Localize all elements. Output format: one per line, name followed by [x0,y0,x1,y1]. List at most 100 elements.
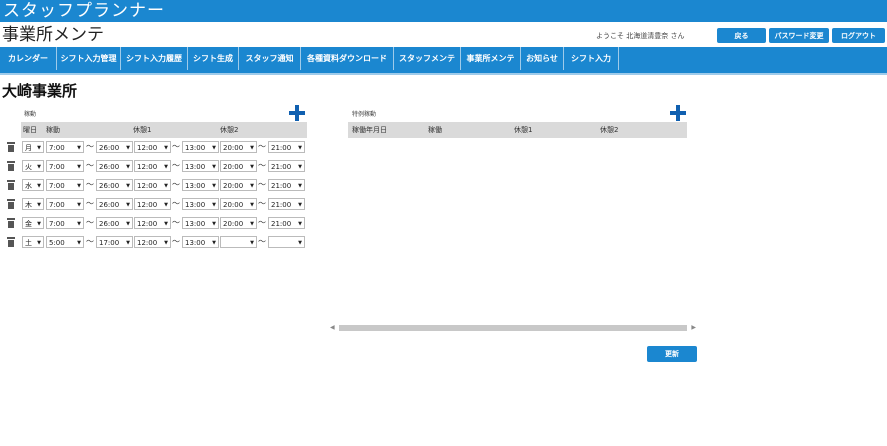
work-start-select[interactable]: 7:00 ▼ [46,179,84,191]
break1-start-select[interactable]: 12:00 ▼ [134,217,171,229]
menu-item-notices[interactable]: お知らせ [521,47,564,70]
chevron-down-icon: ▼ [250,240,254,246]
break2-start-select[interactable]: 20:00 ▼ [220,217,257,229]
range-tilde: ～ [86,237,94,246]
break1-start-select[interactable]: 12:00 ▼ [134,179,171,191]
chevron-down-icon: ▼ [77,145,81,151]
menu-item-shift-generation[interactable]: シフト生成 [188,47,239,70]
delete-trash-icon[interactable] [7,161,15,171]
delete-trash-icon[interactable] [7,199,15,209]
header-special-break1: 休憩1 [514,126,533,134]
work-start-select[interactable]: 7:00 ▼ [46,217,84,229]
chevron-down-icon: ▼ [298,145,302,151]
menu-item-office-maintenance[interactable]: 事業所メンテ [461,47,521,70]
chevron-down-icon: ▼ [250,202,254,208]
menu-item-shift-input-management[interactable]: シフト入力管理 [57,47,121,70]
main-menu: カレンダー シフト入力管理 シフト入力履歴 シフト生成 スタッフ通知 各種資料ダ… [0,47,887,73]
day-select[interactable]: 土 ▼ [22,236,44,248]
break1-start-select[interactable]: 12:00 ▼ [134,141,171,153]
break2-start-select[interactable]: ▼ [220,236,257,248]
header-day: 曜日 [23,126,37,134]
work-start-select[interactable]: 7:00 ▼ [46,198,84,210]
scrollbar-thumb[interactable] [339,325,687,331]
break2-end-select-value: 21:00 [271,182,292,190]
work-end-select[interactable]: 26:00 ▼ [96,141,133,153]
operation-row: 月 ▼ 7:00 ▼ ～ 26:00 ▼ 12:00 ▼ ～ 13:00 ▼ 20:00 ▼ ～ 21:00 ▼ [0,138,310,156]
chevron-down-icon: ▼ [250,221,254,227]
day-select[interactable]: 金 ▼ [22,217,44,229]
day-select-value: 月 [25,144,32,152]
break2-start-select[interactable]: 20:00 ▼ [220,160,257,172]
work-end-select-value: 26:00 [99,163,120,171]
break1-start-select-value: 12:00 [137,144,158,152]
work-end-select[interactable]: 26:00 ▼ [96,179,133,191]
break1-end-select-value: 13:00 [185,220,206,228]
day-select[interactable]: 月 ▼ [22,141,44,153]
break2-start-select-value: 20:00 [223,163,244,171]
break2-end-select[interactable]: 21:00 ▼ [268,179,305,191]
delete-trash-icon[interactable] [7,237,15,247]
break1-end-select[interactable]: 13:00 ▼ [182,179,219,191]
break1-end-select[interactable]: 13:00 ▼ [182,236,219,248]
delete-trash-icon[interactable] [7,142,15,152]
work-end-select[interactable]: 26:00 ▼ [96,217,133,229]
break1-start-select[interactable]: 12:00 ▼ [134,160,171,172]
day-select[interactable]: 木 ▼ [22,198,44,210]
add-operation-plus-icon[interactable] [289,105,305,121]
work-end-select[interactable]: 17:00 ▼ [96,236,133,248]
horizontal-scrollbar[interactable]: ◀ ▶ [330,324,696,332]
break2-start-select[interactable]: 20:00 ▼ [220,198,257,210]
work-start-select[interactable]: 7:00 ▼ [46,141,84,153]
chevron-down-icon: ▼ [77,202,81,208]
work-start-select[interactable]: 7:00 ▼ [46,160,84,172]
work-start-select-value: 7:00 [49,201,65,209]
menu-item-calendar[interactable]: カレンダー [0,47,57,70]
break2-end-select-value: 21:00 [271,220,292,228]
break1-start-select[interactable]: 12:00 ▼ [134,236,171,248]
break1-end-select[interactable]: 13:00 ▼ [182,198,219,210]
day-select[interactable]: 水 ▼ [22,179,44,191]
back-button[interactable]: 戻る [717,28,766,43]
work-start-select[interactable]: 5:00 ▼ [46,236,84,248]
change-password-button[interactable]: パスワード変更 [769,28,829,43]
page-header: 事業所メンテ ようこそ 北海道清豊奈 さん 戻る パスワード変更 ログアウト [0,22,887,46]
update-button[interactable]: 更新 [647,346,697,362]
logout-button[interactable]: ログアウト [832,28,885,43]
chevron-down-icon: ▼ [164,183,168,189]
header-special-work: 稼働 [428,126,442,134]
break2-end-select[interactable]: 21:00 ▼ [268,198,305,210]
break1-start-select[interactable]: 12:00 ▼ [134,198,171,210]
operation-row: 木 ▼ 7:00 ▼ ～ 26:00 ▼ 12:00 ▼ ～ 13:00 ▼ 20:00 ▼ ～ 21:00 ▼ [0,195,310,213]
break2-end-select[interactable]: 21:00 ▼ [268,141,305,153]
range-tilde: ～ [172,237,180,246]
chevron-down-icon: ▼ [250,164,254,170]
break2-end-select[interactable]: ▼ [268,236,305,248]
range-tilde: ～ [86,142,94,151]
range-tilde: ～ [258,218,266,227]
scroll-right-arrow-icon[interactable]: ▶ [691,324,696,332]
work-end-select-value: 26:00 [99,144,120,152]
break1-end-select[interactable]: 13:00 ▼ [182,160,219,172]
menu-item-staff-maintenance[interactable]: スタッフメンテ [394,47,461,70]
day-select[interactable]: 火 ▼ [22,160,44,172]
work-end-select[interactable]: 26:00 ▼ [96,160,133,172]
operation-row: 土 ▼ 5:00 ▼ ～ 17:00 ▼ 12:00 ▼ ～ 13:00 ▼ ▼ ～ ▼ [0,233,310,251]
scroll-left-arrow-icon[interactable]: ◀ [330,324,335,332]
work-end-select[interactable]: 26:00 ▼ [96,198,133,210]
break2-start-select[interactable]: 20:00 ▼ [220,179,257,191]
menu-item-document-download[interactable]: 各種資料ダウンロード [301,47,394,70]
menu-item-staff-notification[interactable]: スタッフ通知 [239,47,301,70]
delete-trash-icon[interactable] [7,180,15,190]
chevron-down-icon: ▼ [37,145,41,151]
break2-start-select-value: 20:00 [223,201,244,209]
break2-end-select[interactable]: 21:00 ▼ [268,217,305,229]
menu-item-shift-input[interactable]: シフト入力 [564,47,619,70]
menu-item-shift-input-history[interactable]: シフト入力履歴 [121,47,188,70]
break2-end-select[interactable]: 21:00 ▼ [268,160,305,172]
break2-start-select[interactable]: 20:00 ▼ [220,141,257,153]
range-tilde: ～ [172,199,180,208]
add-special-plus-icon[interactable] [670,105,686,121]
break1-end-select[interactable]: 13:00 ▼ [182,217,219,229]
delete-trash-icon[interactable] [7,218,15,228]
break1-end-select[interactable]: 13:00 ▼ [182,141,219,153]
